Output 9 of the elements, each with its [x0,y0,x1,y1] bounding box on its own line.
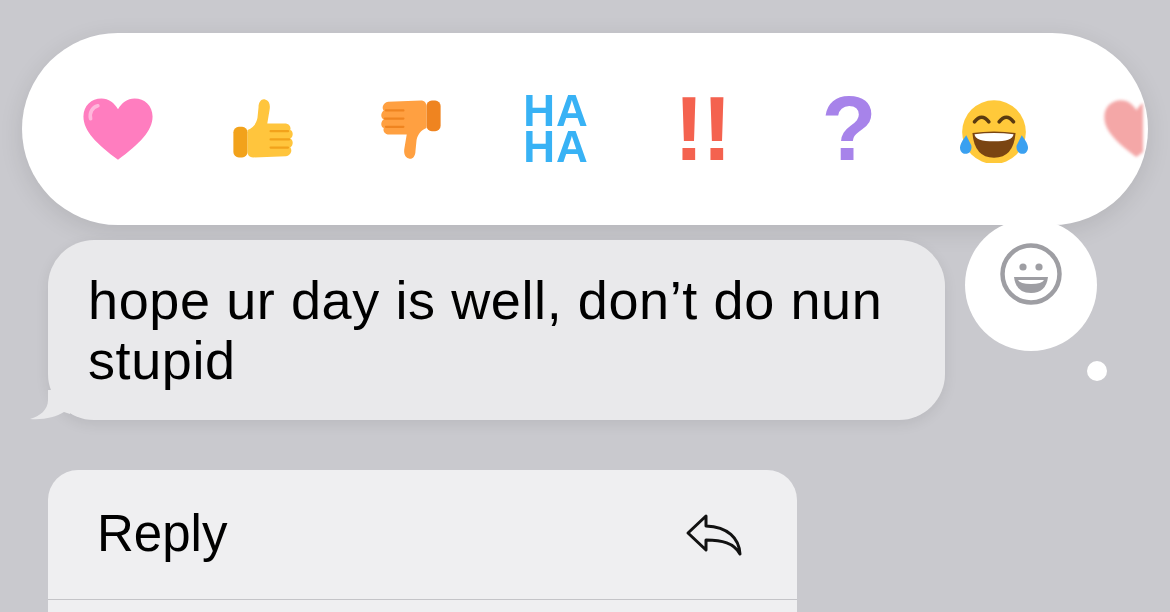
smiley-icon [999,242,1063,306]
heart-icon[interactable] [82,96,154,162]
message-text: hope ur day is well, don’t do nun stupid [88,270,884,390]
reply-icon [685,512,743,557]
reply-menu-item[interactable]: Reply [48,470,797,600]
reaction-button[interactable]: ? [821,89,875,169]
reaction-button[interactable]: HA HA [523,93,589,165]
reaction-button[interactable]: !! [674,89,730,169]
heart-icon[interactable] [1103,99,1143,159]
